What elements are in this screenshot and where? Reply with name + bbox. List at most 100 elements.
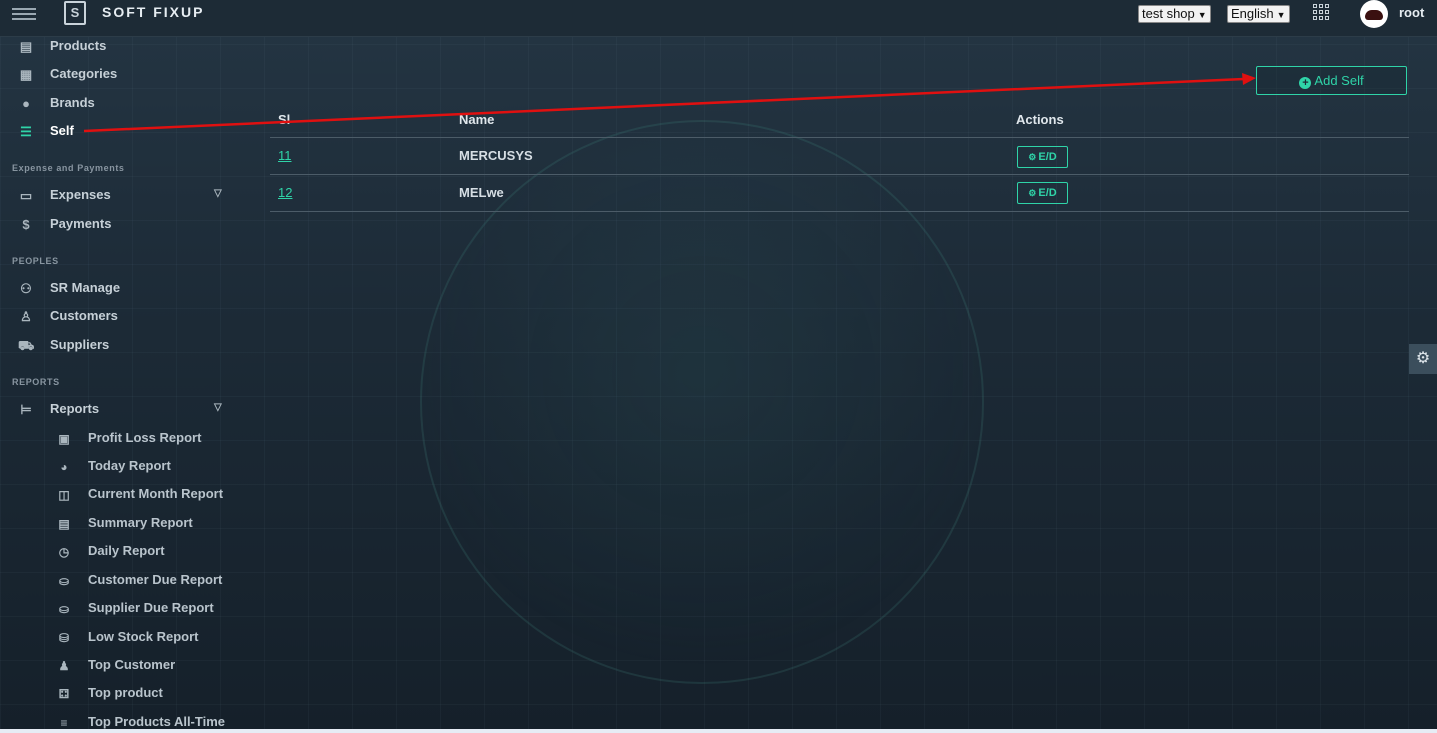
column-header-name: Name (459, 112, 495, 127)
username[interactable]: root (1399, 5, 1424, 20)
gear-icon: ⚙ (1028, 188, 1037, 198)
report-icon: ⊨ (20, 402, 32, 417)
sidebar-item-label: Top Customer (88, 657, 176, 672)
user-star-icon: ♟ (58, 659, 70, 673)
add-self-button[interactable]: + Add Self (1256, 66, 1407, 95)
coins-icon: ⛀ (58, 574, 70, 588)
sidebar-item-suppliers[interactable]: ⛟ Suppliers (0, 334, 240, 358)
sidebar-item-label: Self (50, 123, 74, 138)
bottom-strip (0, 729, 1437, 733)
section-label-expense: Expense and Payments (12, 163, 125, 173)
sidebar-item-label: Payments (50, 216, 112, 231)
sidebar-item-payments[interactable]: $ Payments (0, 213, 240, 237)
sidebar-item-current-month-report[interactable]: ◫ Current Month Report (0, 484, 245, 506)
sidebar-item-top-product[interactable]: ⚃ Top product (0, 683, 245, 705)
column-header-sl: Sl (278, 112, 291, 127)
sidebar-item-today-report[interactable]: ◕ Today Report (0, 456, 245, 478)
sidebar-item-label: Brands (50, 95, 95, 110)
boxes-icon: ⚃ (58, 687, 70, 701)
grid-icon: ▦ (19, 67, 33, 82)
row-sl-link[interactable]: 11 (278, 148, 292, 163)
sidebar-item-label: Customer Due Report (88, 572, 223, 587)
section-label-peoples: PEOPLES (12, 256, 59, 266)
coins-icon: ⛀ (58, 602, 70, 616)
sidebar-item-supplier-due-report[interactable]: ⛀ Supplier Due Report (0, 598, 245, 620)
brand-name: SOFT FIXUP (102, 4, 205, 20)
logo-icon: S (64, 1, 86, 25)
globe-graphic (420, 120, 984, 684)
avatar[interactable] (1360, 0, 1388, 28)
sidebar-item-sr-manage[interactable]: ⚇ SR Manage (0, 277, 240, 301)
table-divider (270, 174, 1409, 175)
sidebar-item-label: Categories (50, 66, 118, 81)
add-self-button-label: Add Self (1314, 73, 1364, 88)
table-divider (270, 137, 1409, 138)
dollar-icon: $ (22, 217, 30, 232)
sidebar-item-customers[interactable]: ♙ Customers (0, 305, 240, 329)
sidebar-item-summary-report[interactable]: ▤ Summary Report (0, 513, 245, 535)
sidebar-item-label: Customers (50, 308, 118, 323)
sidebar-item-label: Top Products All-Time (88, 714, 225, 729)
row-name: MERCUSYS (459, 148, 533, 163)
sidebar: ▤ Products ▦ Categories ● Brands ☰ Self … (0, 36, 250, 733)
section-label-reports: REPORTS (12, 377, 60, 387)
row-name: MELwe (459, 185, 504, 200)
sidebar-item-label: Top product (88, 685, 163, 700)
sidebar-item-daily-report[interactable]: ◷ Daily Report (0, 541, 245, 563)
sidebar-item-label: Current Month Report (88, 486, 224, 501)
sidebar-item-label: Suppliers (50, 337, 110, 352)
customer-icon: ♙ (20, 309, 32, 324)
sidebar-item-low-stock-report[interactable]: ⛁ Low Stock Report (0, 627, 245, 649)
edit-delete-button[interactable]: ⚙ E/D (1017, 146, 1068, 168)
sidebar-item-label: Reports (50, 401, 100, 416)
sidebar-item-label: Today Report (88, 458, 171, 473)
row-sl-link[interactable]: 12 (278, 185, 292, 200)
edit-delete-label: E/D (1038, 151, 1057, 163)
sidebar-item-profit-loss-report[interactable]: ▣ Profit Loss Report (0, 428, 245, 450)
clock-outline-icon: ◷ (58, 545, 70, 559)
plus-circle-icon: + (1299, 77, 1312, 89)
hamburger-menu-icon[interactable] (12, 8, 36, 22)
sidebar-item-label: Daily Report (88, 543, 165, 558)
sidebar-item-categories[interactable]: ▦ Categories (0, 63, 240, 87)
calendar-icon: ◫ (58, 488, 70, 502)
apps-grid-icon[interactable] (1313, 4, 1329, 20)
chevron-down-icon: ▽ (214, 188, 222, 199)
brands-icon: ● (22, 96, 30, 111)
sidebar-item-customer-due-report[interactable]: ⛀ Customer Due Report (0, 570, 245, 592)
sidebar-item-self[interactable]: ☰ Self (0, 120, 240, 144)
sidebar-item-expenses[interactable]: ▭ Expenses ▽ (0, 184, 240, 208)
table-divider (270, 211, 1409, 212)
chevron-down-icon: ▼ (1276, 10, 1286, 20)
language-select-value: English (1231, 6, 1274, 21)
wallet-icon: ▭ (19, 188, 33, 203)
sidebar-item-products[interactable]: ▤ Products (0, 35, 240, 59)
edit-delete-button[interactable]: ⚙ E/D (1017, 182, 1068, 204)
sidebar-item-label: SR Manage (50, 280, 121, 295)
top-bar: S SOFT FIXUP test shop ▼ English ▼ root (0, 0, 1437, 37)
products-icon: ▤ (19, 39, 33, 54)
chevron-down-icon: ▼ (1197, 10, 1207, 20)
database-icon: ⛁ (58, 631, 70, 645)
document-icon: ▤ (58, 517, 70, 531)
sidebar-item-reports[interactable]: ⊨ Reports ▽ (0, 398, 240, 422)
sidebar-item-brands[interactable]: ● Brands (0, 92, 240, 116)
truck-icon: ⛟ (18, 338, 35, 353)
shop-select-value: test shop (1142, 6, 1195, 21)
column-header-actions: Actions (1016, 112, 1064, 127)
language-select[interactable]: English ▼ (1227, 5, 1290, 23)
sidebar-item-label: Supplier Due Report (88, 600, 214, 615)
profit-icon: ▣ (58, 432, 70, 446)
chevron-down-icon: ▽ (214, 402, 222, 413)
edit-delete-label: E/D (1038, 187, 1057, 199)
sidebar-item-label: Summary Report (88, 515, 193, 530)
gear-icon: ⚙ (1028, 152, 1037, 162)
sidebar-item-top-customer[interactable]: ♟ Top Customer (0, 655, 245, 677)
users-icon: ⚇ (20, 281, 32, 296)
sidebar-item-label: Low Stock Report (88, 629, 199, 644)
sidebar-item-label: Expenses (50, 187, 111, 202)
sidebar-item-label: Profit Loss Report (88, 430, 202, 445)
shelf-icon: ☰ (20, 124, 32, 139)
shop-select[interactable]: test shop ▼ (1138, 5, 1211, 23)
settings-sliders-icon[interactable]: ⚙ (1409, 344, 1437, 374)
